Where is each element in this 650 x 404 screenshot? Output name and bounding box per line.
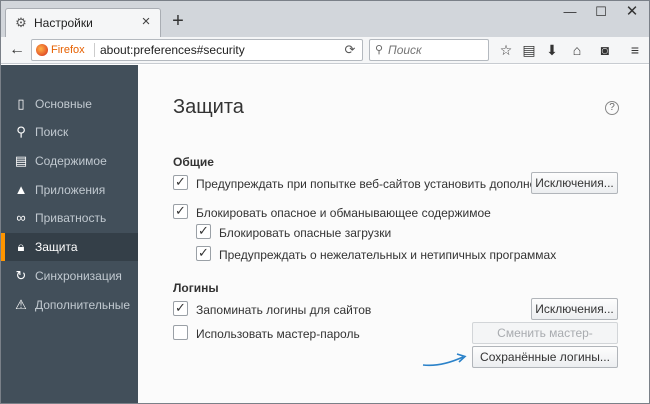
sidebar-item-label: Основные: [35, 97, 92, 111]
saved-logins-button[interactable]: Сохранённые логины...: [472, 346, 618, 368]
sidebar-item-content[interactable]: ▤ Содержимое: [1, 147, 138, 175]
tab-title: Настройки: [34, 16, 93, 30]
sidebar-item-label: Поиск: [35, 125, 69, 139]
search-icon: ⚲: [375, 44, 384, 56]
logins-exceptions-button[interactable]: Исключения...: [531, 298, 618, 320]
change-master-password-button[interactable]: Сменить мастер-пароль...: [472, 322, 618, 360]
search-input[interactable]: [388, 42, 484, 58]
sidebar-item-privacy[interactable]: ∞ Приватность: [1, 204, 138, 232]
back-arrow-icon[interactable]: ←: [7, 40, 27, 60]
hamburger-menu-icon[interactable]: ≡: [625, 41, 645, 59]
lock-icon: 🔒︎: [17, 239, 25, 254]
sidebar-item-label: Дополнительные: [35, 298, 130, 312]
tab-strip: ⚙ Настройки × + — ☐ ✕: [1, 1, 649, 37]
sidebar-item-advanced[interactable]: ⚠ Дополнительные: [1, 291, 138, 319]
section-heading-general: Общие: [173, 155, 214, 169]
home-icon[interactable]: ⌂: [567, 41, 587, 59]
pocket-icon[interactable]: ◙: [595, 41, 615, 59]
advanced-icon: ⚠: [15, 297, 27, 312]
preferences-sidebar: ▯ Основные ⚲ Поиск ▤ Содержимое ▲ Прилож…: [1, 65, 138, 403]
sidebar-item-label: Приложения: [35, 183, 106, 197]
sidebar-item-sync[interactable]: ↻ Синхронизация: [1, 262, 138, 290]
url-divider: [94, 43, 95, 57]
sidebar-item-label: Защита: [35, 240, 78, 254]
page-title: Защита: [173, 96, 244, 118]
tab-preferences[interactable]: ⚙ Настройки ×: [5, 8, 161, 37]
general-icon: ▯: [17, 96, 25, 111]
browser-window: ⚙ Настройки × + — ☐ ✕ ← Firefox about:pr…: [0, 0, 650, 404]
url-text[interactable]: about:preferences#security: [100, 43, 245, 57]
maximize-icon[interactable]: ☐: [586, 3, 616, 21]
privacy-mask-icon: ∞: [16, 210, 26, 225]
identity-label: Firefox: [51, 44, 85, 56]
minimize-icon[interactable]: —: [555, 3, 585, 21]
block-dangerous-label: Блокировать опасное и обманывающее содер…: [196, 206, 491, 220]
sidebar-item-security[interactable]: 🔒︎ Защита: [1, 233, 138, 261]
reading-list-icon[interactable]: ▤: [519, 41, 539, 59]
sidebar-item-label: Синхронизация: [35, 269, 122, 283]
search-bar[interactable]: ⚲: [369, 39, 489, 61]
applications-icon: ▲: [14, 182, 28, 197]
nav-toolbar: ← Firefox about:preferences#security ⟳ ⚲…: [1, 37, 649, 64]
bookmark-star-icon[interactable]: ☆: [496, 41, 516, 59]
remember-logins-label: Запоминать логины для сайтов: [196, 303, 372, 317]
gear-icon: ⚙: [15, 15, 27, 30]
sidebar-item-label: Приватность: [35, 211, 107, 225]
close-tab-icon[interactable]: ×: [138, 14, 154, 30]
remember-logins-checkbox[interactable]: [173, 300, 188, 316]
sidebar-item-search[interactable]: ⚲ Поиск: [1, 118, 138, 146]
warn-addons-checkbox[interactable]: [173, 174, 188, 190]
annotation-arrow: [422, 353, 467, 367]
sync-icon: ↻: [15, 268, 27, 283]
master-password-checkbox[interactable]: [173, 325, 188, 340]
preferences-content: Защита ? Общие Предупреждать при попытке…: [138, 65, 649, 403]
reload-icon[interactable]: ⟳: [342, 42, 358, 58]
content-icon: ▤: [14, 153, 28, 168]
warn-unwanted-checkbox[interactable]: [196, 245, 211, 261]
search-icon: ⚲: [16, 124, 26, 139]
help-icon[interactable]: ?: [605, 101, 619, 115]
close-window-icon[interactable]: ✕: [617, 3, 647, 21]
block-downloads-label: Блокировать опасные загрузки: [219, 226, 392, 240]
section-heading-logins: Логины: [173, 281, 219, 295]
sidebar-item-label: Содержимое: [35, 154, 107, 168]
firefox-logo-icon: [36, 44, 48, 56]
url-bar[interactable]: Firefox about:preferences#security ⟳: [31, 39, 363, 61]
download-icon[interactable]: ⬇: [542, 41, 562, 59]
block-dangerous-checkbox[interactable]: [173, 203, 188, 219]
sidebar-item-general[interactable]: ▯ Основные: [1, 90, 138, 118]
sidebar-item-applications[interactable]: ▲ Приложения: [1, 176, 138, 204]
master-password-label: Использовать мастер-пароль: [196, 327, 360, 341]
new-tab-button[interactable]: +: [169, 11, 187, 31]
addons-exceptions-button[interactable]: Исключения...: [531, 172, 618, 194]
warn-unwanted-label: Предупреждать о нежелательных и нетипичн…: [219, 248, 557, 262]
block-downloads-checkbox[interactable]: [196, 223, 211, 239]
warn-addons-label: Предупреждать при попытке веб-сайтов уст…: [196, 177, 557, 191]
